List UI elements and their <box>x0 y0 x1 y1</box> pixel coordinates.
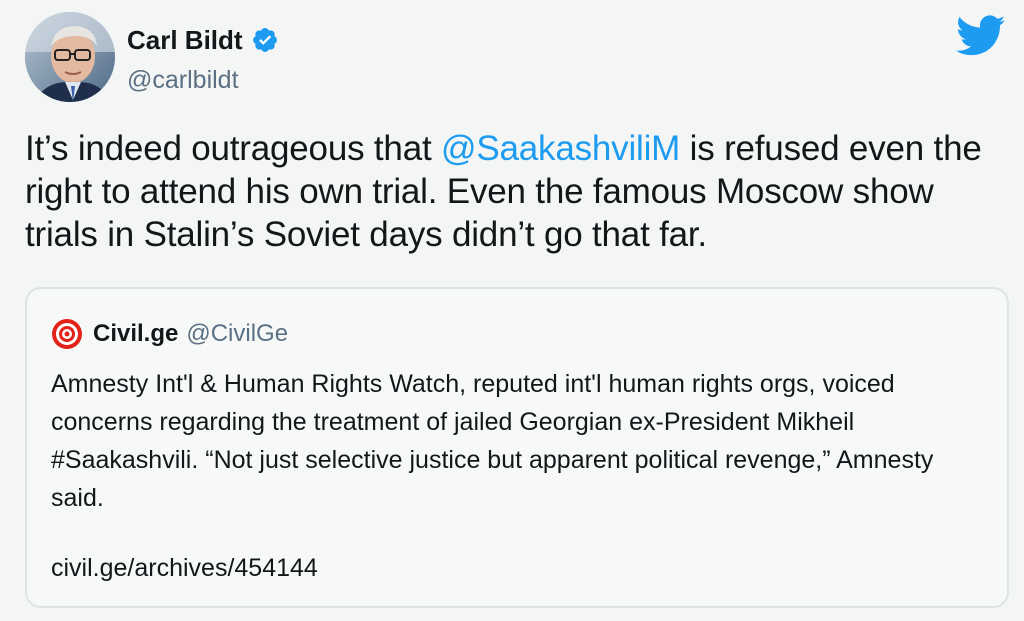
quoted-handle[interactable]: @CivilGe <box>186 320 288 348</box>
quoted-tweet-header: Civil.ge @CivilGe <box>51 319 288 349</box>
civil-ge-logo <box>51 318 83 350</box>
avatar[interactable] <box>25 12 115 102</box>
author-name-row: Carl Bildt <box>127 22 279 58</box>
tweet-text: It’s indeed outrageous that @Saakashvili… <box>25 127 1010 256</box>
verified-badge-icon <box>251 26 279 54</box>
quoted-tweet-link[interactable]: civil.ge/archives/454144 <box>51 554 318 583</box>
author-display-name[interactable]: Carl Bildt <box>127 25 243 56</box>
quoted-tweet-card[interactable]: Civil.ge @CivilGe Amnesty Int'l & Human … <box>25 287 1009 608</box>
mention-link[interactable]: @SaakashviliM <box>441 129 680 168</box>
quoted-display-name[interactable]: Civil.ge <box>93 320 178 348</box>
twitter-bird-icon[interactable] <box>956 15 1006 57</box>
tweet-text-start: It’s indeed outrageous that <box>25 129 442 168</box>
author-handle[interactable]: @carlbildt <box>127 66 239 95</box>
quoted-tweet-text: Amnesty Int'l & Human Rights Watch, repu… <box>51 370 934 512</box>
